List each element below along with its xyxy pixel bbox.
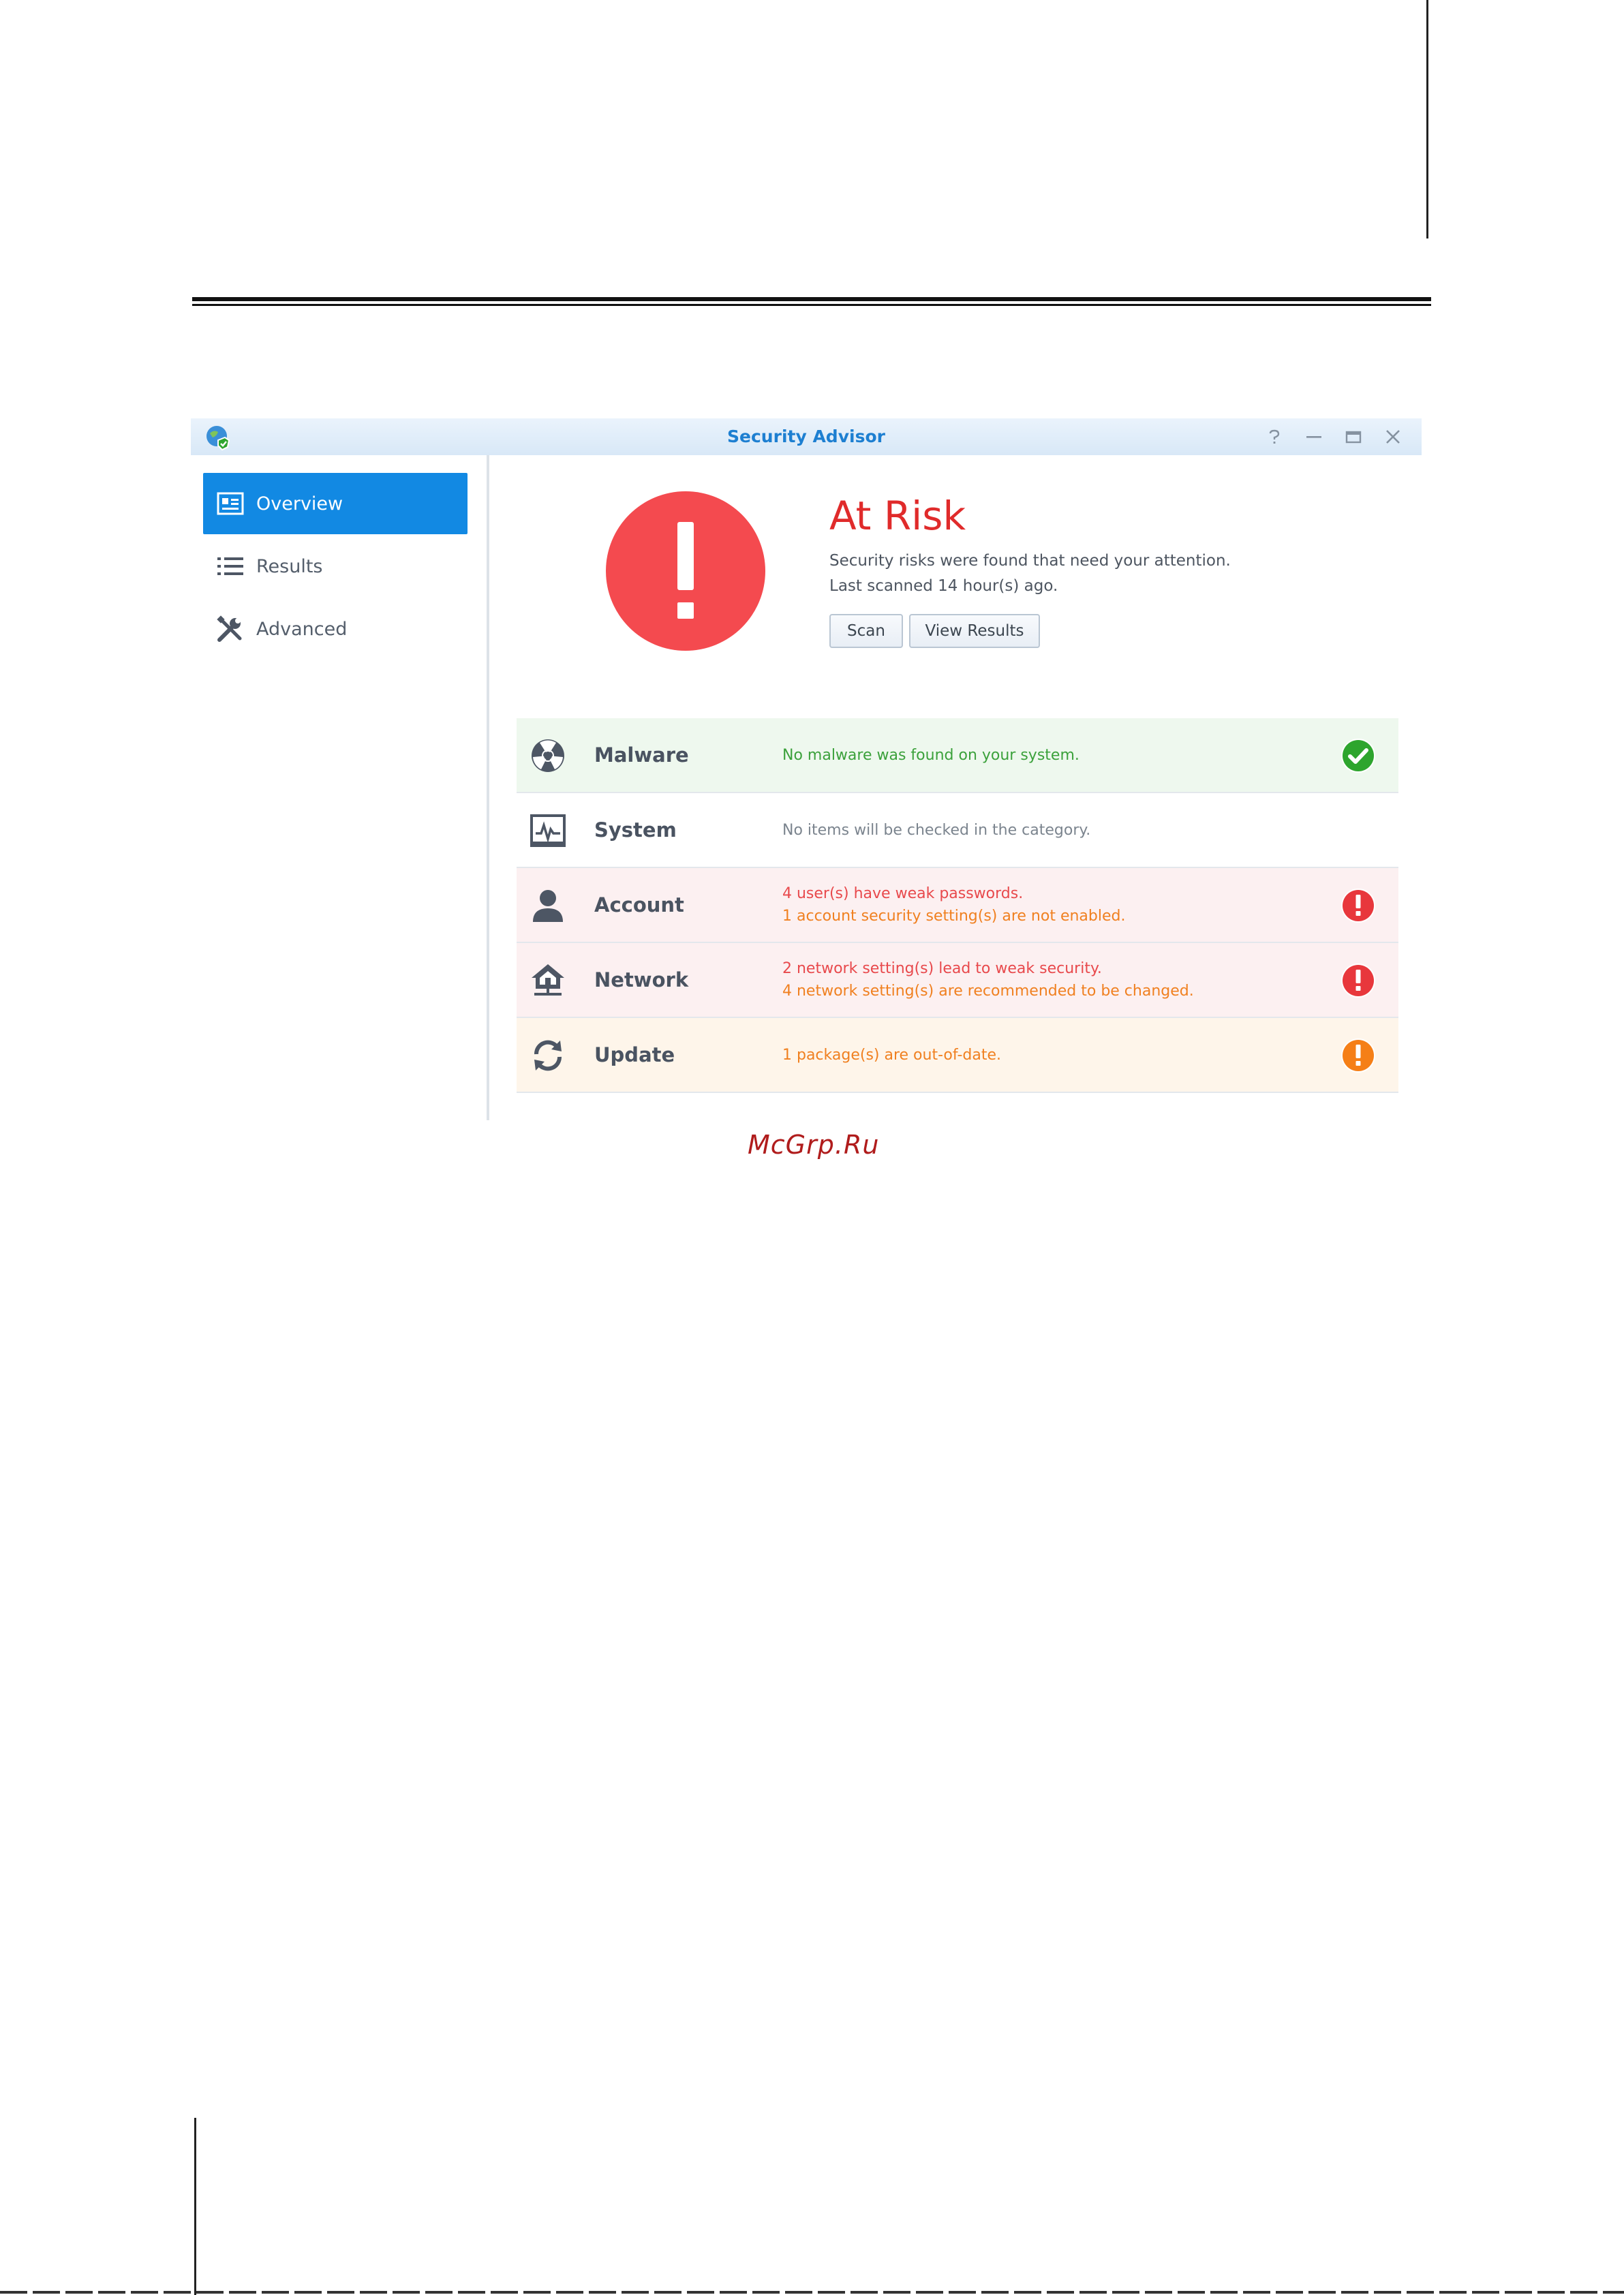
category-messages: No items will be checked in the category… [782, 793, 1090, 867]
category-message: 4 user(s) have weak passwords. [782, 885, 1024, 902]
view-results-button[interactable]: View Results [909, 614, 1040, 648]
maximize-icon [1345, 431, 1362, 444]
alert-icon [1341, 964, 1375, 998]
network-home-icon [532, 964, 564, 996]
warning-icon [1341, 1038, 1375, 1073]
category-row-system[interactable]: System No items will be checked in the c… [517, 793, 1398, 868]
page-vertical-line-bottom [194, 2118, 196, 2295]
category-row-network[interactable]: Network 2 network setting(s) lead to wea… [517, 943, 1398, 1018]
status-description: Security risks were found that need your… [829, 552, 1231, 570]
maximize-button[interactable] [1341, 425, 1366, 449]
overview-panel: At Risk Security risks were found that n… [489, 455, 1422, 1120]
category-name: System [594, 818, 677, 842]
sidebar-item-label: Advanced [256, 618, 348, 640]
refresh-icon [534, 1040, 562, 1071]
last-scanned-text: Last scanned 14 hour(s) ago. [829, 577, 1058, 595]
category-message: No items will be checked in the category… [782, 821, 1091, 839]
list-icon [215, 551, 245, 581]
category-messages: 1 package(s) are out-of-date. [782, 1018, 1001, 1092]
category-row-malware[interactable]: Malware No malware was found on your sys… [517, 718, 1398, 793]
watermark: McGrp.Ru [748, 1130, 880, 1160]
category-name: Update [594, 1043, 675, 1066]
page-rule-thin [192, 304, 1431, 306]
tools-icon [215, 614, 245, 644]
sidebar-item-label: Results [256, 555, 323, 577]
close-icon [1386, 430, 1400, 444]
alert-icon [1341, 889, 1375, 923]
page-vertical-line-top [1426, 0, 1428, 238]
sidebar-item-label: Overview [256, 493, 343, 514]
help-button[interactable] [1262, 425, 1287, 449]
category-name: Network [594, 968, 689, 991]
scan-button[interactable]: Scan [829, 614, 903, 648]
sidebar: Overview Results Advanced [191, 455, 489, 1120]
category-message: 4 network setting(s) are recommended to … [782, 983, 1194, 1000]
sidebar-item-advanced[interactable]: Advanced [203, 598, 468, 660]
overview-icon [215, 489, 245, 519]
help-icon [1269, 429, 1280, 444]
sidebar-item-overview[interactable]: Overview [203, 473, 468, 534]
security-advisor-window: Security Advisor Overview Results Advanc… [191, 418, 1422, 1120]
window-title: Security Advisor [727, 427, 885, 446]
category-list: Malware No malware was found on your sys… [517, 718, 1398, 1093]
window-controls [1262, 418, 1405, 455]
category-message: 1 account security setting(s) are not en… [782, 908, 1126, 925]
category-name: Malware [594, 743, 689, 767]
monitor-icon [530, 814, 566, 847]
page-footer-line [0, 2291, 1624, 2294]
category-messages: 2 network setting(s) lead to weak securi… [782, 943, 1194, 1017]
category-row-update[interactable]: Update 1 package(s) are out-of-date. [517, 1018, 1398, 1093]
alert-icon [606, 491, 765, 651]
category-messages: 4 user(s) have weak passwords. 1 account… [782, 868, 1125, 942]
category-messages: No malware was found on your system. [782, 718, 1079, 792]
category-row-account[interactable]: Account 4 user(s) have weak passwords. 1… [517, 868, 1398, 943]
category-message: 2 network setting(s) lead to weak securi… [782, 960, 1102, 977]
close-button[interactable] [1381, 425, 1405, 449]
status-title: At Risk [829, 493, 966, 539]
minimize-button[interactable] [1302, 425, 1326, 449]
radiation-icon [532, 739, 564, 772]
check-icon [1341, 739, 1375, 773]
category-name: Account [594, 893, 684, 917]
user-icon [533, 890, 563, 922]
sidebar-item-results[interactable]: Results [203, 536, 468, 597]
minimize-icon [1306, 436, 1321, 438]
page-rule [192, 297, 1431, 301]
category-message: 1 package(s) are out-of-date. [782, 1046, 1001, 1064]
title-bar[interactable]: Security Advisor [191, 418, 1422, 455]
category-message: No malware was found on your system. [782, 746, 1079, 764]
